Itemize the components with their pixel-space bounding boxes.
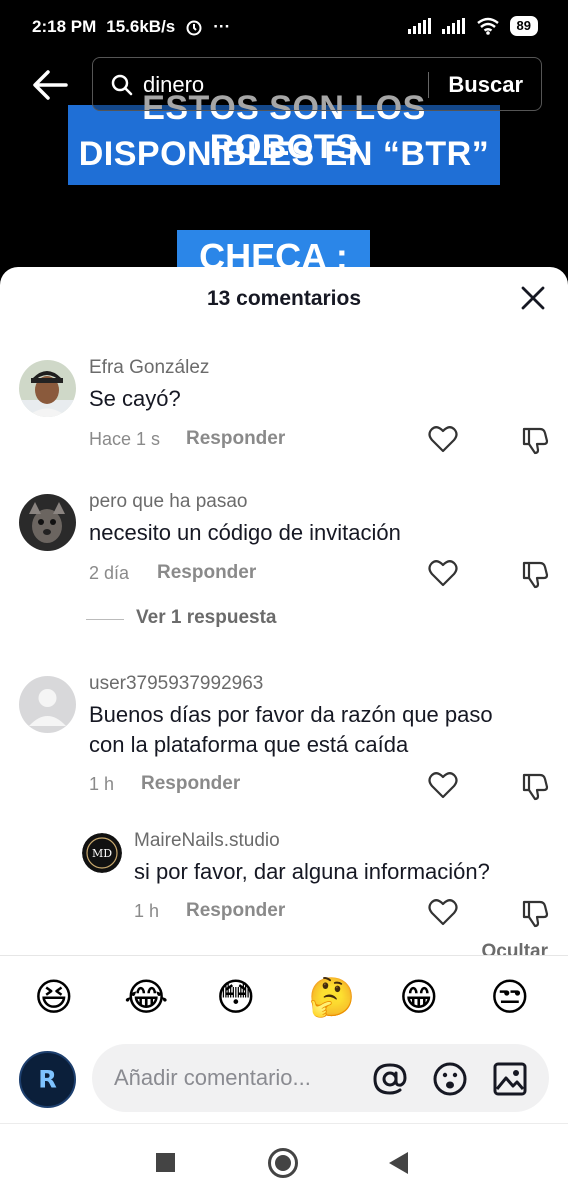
comment-text-line1: Buenos días por favor da razón que paso	[89, 702, 493, 727]
wifi-icon	[476, 17, 499, 35]
dislike-icon[interactable]	[520, 771, 550, 801]
home-button[interactable]	[268, 1148, 298, 1178]
recents-button[interactable]	[156, 1153, 175, 1172]
network-speed: 15.6kB/s	[106, 17, 176, 36]
status-bar: 2:18 PM 15.6kB/s ··· 89	[0, 0, 568, 56]
avatar[interactable]	[19, 676, 76, 733]
comment-username[interactable]: Efra González	[89, 357, 209, 379]
video-banner-title: ESTOS SON LOS ROBOTS DISPONIBLES EN “BTR…	[68, 89, 500, 185]
my-avatar[interactable]: R	[19, 1051, 76, 1108]
heart-icon[interactable]	[428, 425, 458, 453]
heart-icon[interactable]	[428, 559, 458, 587]
signal-icon-1	[407, 18, 431, 34]
comment-timestamp: 2 día	[89, 563, 130, 583]
reply-button[interactable]: Responder	[141, 773, 240, 795]
comment-timestamp: 1 h	[134, 901, 160, 921]
comment-username[interactable]: pero que ha pasao	[89, 491, 247, 513]
search-icon	[111, 74, 133, 96]
reply-button[interactable]: Responder	[186, 900, 285, 922]
alarm-icon	[186, 20, 202, 36]
nav-back-button[interactable]	[389, 1152, 408, 1174]
close-icon[interactable]	[520, 285, 546, 311]
comment-text: si por favor, dar alguna información?	[134, 859, 490, 884]
replies-divider	[86, 619, 124, 620]
battery-indicator: 89	[509, 16, 538, 36]
emoji-unamused-button[interactable]: 😒	[490, 976, 530, 1020]
signal-icon-2	[441, 18, 465, 34]
comment-composer: R Añadir comentario...	[0, 1041, 568, 1123]
emoji-quick-bar: 😆 😂 😳 🤔 😁 😒	[0, 955, 568, 1041]
dislike-icon[interactable]	[520, 898, 550, 928]
dislike-icon[interactable]	[520, 425, 550, 455]
comments-count-title: 13 comentarios	[206, 287, 362, 310]
comment-text: Se cayó?	[89, 386, 181, 411]
search-divider	[428, 72, 429, 98]
comment-text: necesito un código de invitación	[89, 520, 401, 545]
emoji-thinking-button[interactable]: 🤔	[308, 976, 355, 1020]
search-button[interactable]: Buscar	[448, 72, 523, 98]
banner-line-2: DISPONIBLES EN “BTR”	[78, 135, 490, 173]
search-input[interactable]: dinero	[143, 72, 204, 98]
avatar-initials: MD	[92, 847, 112, 860]
comment-text-line2: con la plataforma que está caída	[89, 732, 409, 757]
comment-username[interactable]: MaireNails.studio	[134, 830, 280, 852]
avatar[interactable]	[19, 494, 76, 551]
avatar[interactable]	[19, 360, 76, 417]
avatar[interactable]: MD	[82, 833, 122, 873]
dislike-icon[interactable]	[520, 559, 550, 589]
mention-icon[interactable]	[372, 1061, 408, 1097]
reply-button[interactable]: Responder	[157, 562, 256, 584]
emoji-laughing-button[interactable]: 😆	[34, 976, 74, 1020]
reply-button[interactable]: Responder	[186, 428, 285, 450]
heart-icon[interactable]	[428, 898, 458, 926]
back-arrow-icon[interactable]	[30, 68, 70, 102]
emoji-grinning-button[interactable]: 😁	[399, 976, 439, 1020]
comment-timestamp: Hace 1 s	[89, 429, 161, 449]
emoji-flushed-button[interactable]: 😳	[216, 976, 256, 1020]
system-nav-bar	[0, 1123, 568, 1200]
comment-input-placeholder: Añadir comentario...	[114, 1065, 311, 1090]
view-replies-link[interactable]: Ver 1 respuesta	[136, 607, 276, 629]
emoji-picker-icon[interactable]	[432, 1061, 468, 1097]
my-avatar-initial: R	[38, 1065, 57, 1093]
more-dots-icon: ···	[213, 17, 231, 36]
comment-timestamp: 1 h	[89, 774, 115, 794]
heart-icon[interactable]	[428, 771, 458, 799]
emoji-tears-of-joy-button[interactable]: 😂	[124, 976, 168, 1020]
search-bar[interactable]: dinero Buscar	[92, 57, 542, 111]
status-time: 2:18 PM	[32, 17, 97, 36]
image-picker-icon[interactable]	[492, 1061, 528, 1097]
comment-username[interactable]: user3795937992963	[89, 673, 263, 695]
comment-input[interactable]: Añadir comentario...	[92, 1044, 549, 1112]
